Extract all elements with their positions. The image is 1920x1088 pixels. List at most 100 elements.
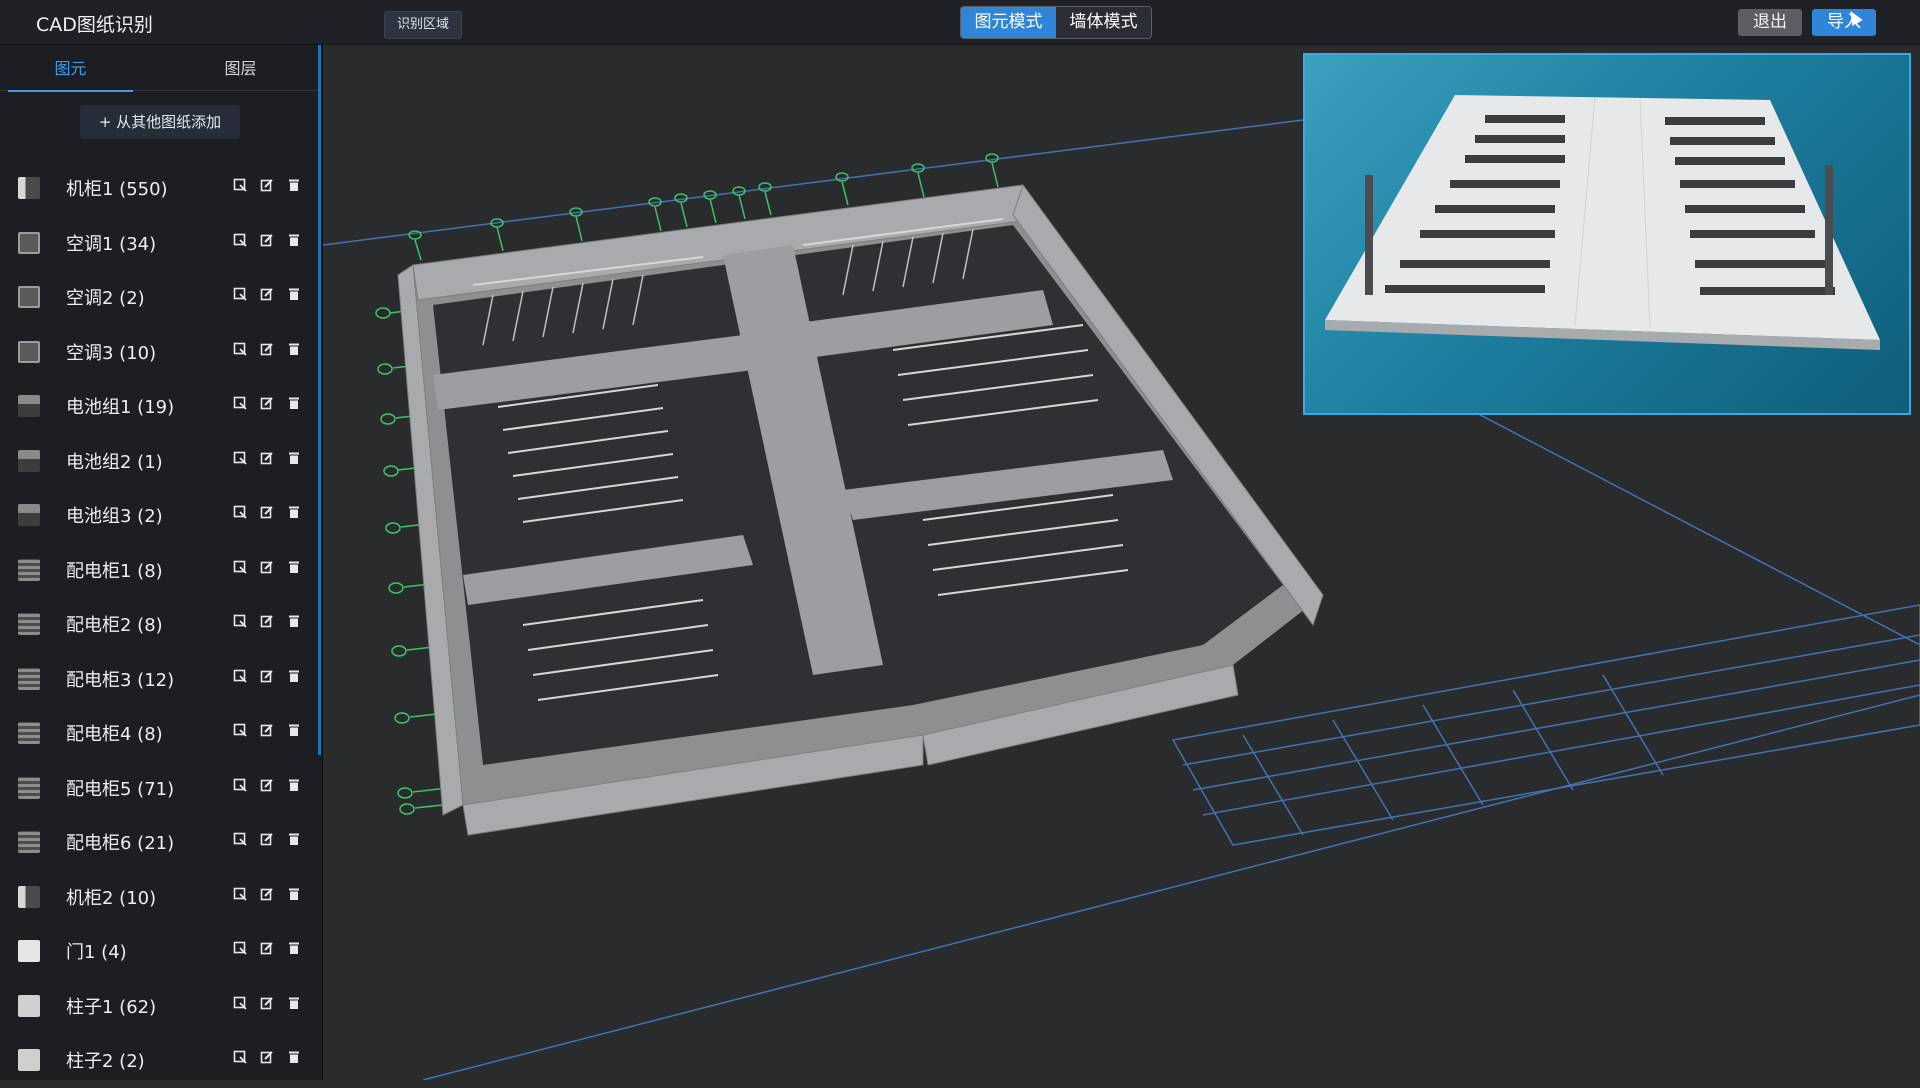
delete-icon[interactable] <box>287 178 301 192</box>
delete-icon[interactable] <box>287 723 301 737</box>
tab-element-mode[interactable]: 图元模式 <box>961 7 1056 38</box>
locate-icon[interactable] <box>233 342 247 356</box>
power-cabinet-icon <box>18 776 40 799</box>
recognize-region-button[interactable]: 识别区域 <box>384 11 463 39</box>
edit-icon[interactable] <box>260 778 274 792</box>
tab-elements[interactable]: 图元 <box>8 45 133 92</box>
delete-icon[interactable] <box>287 342 301 356</box>
list-item[interactable]: 机柜2 (10) <box>0 870 318 925</box>
locate-icon[interactable] <box>233 669 247 683</box>
edit-icon[interactable] <box>260 941 274 955</box>
list-item[interactable]: 配电柜2 (8) <box>0 597 318 652</box>
delete-icon[interactable] <box>287 1050 301 1064</box>
cabinet-icon <box>18 885 40 908</box>
locate-icon[interactable] <box>233 832 247 846</box>
air-conditioner-icon <box>18 286 40 308</box>
list-item[interactable]: 电池组3 (2) <box>0 488 318 543</box>
list-item[interactable]: 机柜1 (550) <box>0 161 318 216</box>
edit-icon[interactable] <box>260 342 274 356</box>
edit-icon[interactable] <box>260 178 274 192</box>
power-cabinet-icon <box>18 831 40 853</box>
locate-icon[interactable] <box>233 778 247 792</box>
locate-icon[interactable] <box>233 287 247 301</box>
list-item-label: 机柜2 (10) <box>66 887 157 909</box>
locate-icon[interactable] <box>233 614 247 628</box>
sidebar-tabs: 图元 图层 <box>0 45 322 92</box>
list-item[interactable]: 空调1 (34) <box>0 216 318 271</box>
edit-icon[interactable] <box>260 1050 274 1064</box>
list-item[interactable]: 配电柜3 (12) <box>0 652 318 707</box>
delete-icon[interactable] <box>287 505 301 519</box>
tab-wall-mode[interactable]: 墙体模式 <box>1056 7 1151 38</box>
list-item-label: 门1 (4) <box>66 942 127 963</box>
list-item-label: 配电柜3 (12) <box>66 669 175 691</box>
locate-icon[interactable] <box>233 505 247 519</box>
list-item[interactable]: 空调2 (2) <box>0 270 318 325</box>
locate-icon[interactable] <box>233 178 247 192</box>
list-item[interactable]: 柱子2 (2) <box>0 1033 318 1088</box>
locate-icon[interactable] <box>233 996 247 1010</box>
list-item[interactable]: 电池组2 (1) <box>0 434 318 489</box>
delete-icon[interactable] <box>287 778 301 792</box>
locate-icon[interactable] <box>233 941 247 955</box>
air-conditioner-icon <box>18 231 40 254</box>
power-cabinet-icon <box>18 613 40 635</box>
edit-icon[interactable] <box>260 560 274 574</box>
edit-icon[interactable] <box>260 451 274 465</box>
edit-icon[interactable] <box>260 996 274 1010</box>
list-item-label: 配电柜6 (21) <box>66 833 175 854</box>
edit-icon[interactable] <box>260 614 274 628</box>
list-item[interactable]: 配电柜6 (21) <box>0 815 318 870</box>
delete-icon[interactable] <box>287 396 301 410</box>
list-item-label: 配电柜2 (8) <box>66 615 163 636</box>
delete-icon[interactable] <box>287 287 301 301</box>
list-item[interactable]: 电池组1 (19) <box>0 379 318 434</box>
list-item[interactable]: 配电柜5 (71) <box>0 761 318 816</box>
locate-icon[interactable] <box>233 887 247 901</box>
list-item[interactable]: 空调3 (10) <box>0 325 318 380</box>
delete-icon[interactable] <box>287 941 301 955</box>
list-item-label: 配电柜1 (8) <box>66 560 163 582</box>
locate-icon[interactable] <box>233 396 247 410</box>
power-cabinet-icon <box>18 722 40 744</box>
list-item[interactable]: 门1 (4) <box>0 924 318 979</box>
import-button[interactable]: 导入 <box>1812 9 1876 36</box>
list-item[interactable]: 柱子1 (62) <box>0 979 318 1034</box>
list-item[interactable]: 配电柜4 (8) <box>0 706 318 761</box>
column-icon <box>18 994 40 1017</box>
exit-button[interactable]: 退出 <box>1738 9 1802 36</box>
locate-icon[interactable] <box>233 1050 247 1064</box>
edit-icon[interactable] <box>260 669 274 683</box>
locate-icon[interactable] <box>233 560 247 574</box>
edit-icon[interactable] <box>260 832 274 846</box>
sidebar-scrollbar[interactable] <box>318 45 321 755</box>
delete-icon[interactable] <box>287 560 301 574</box>
list-item[interactable]: 配电柜1 (8) <box>0 543 318 598</box>
edit-icon[interactable] <box>260 287 274 301</box>
edit-icon[interactable] <box>260 887 274 901</box>
element-list: 机柜1 (550) 空调1 (34) 空调2 (2) 空调3 (10) 电池组1 (19… <box>0 161 318 1088</box>
app-title: CAD图纸识别 <box>36 14 153 36</box>
delete-icon[interactable] <box>287 996 301 1010</box>
delete-icon[interactable] <box>287 669 301 683</box>
delete-icon[interactable] <box>287 887 301 901</box>
locate-icon[interactable] <box>233 723 247 737</box>
battery-icon <box>18 504 40 526</box>
delete-icon[interactable] <box>287 832 301 846</box>
delete-icon[interactable] <box>287 233 301 247</box>
add-from-other-drawing-button[interactable]: + 从其他图纸添加 <box>80 105 240 139</box>
locate-icon[interactable] <box>233 233 247 247</box>
edit-icon[interactable] <box>260 723 274 737</box>
locate-icon[interactable] <box>233 451 247 465</box>
edit-icon[interactable] <box>260 233 274 247</box>
power-cabinet-icon <box>18 558 40 581</box>
list-item-label: 电池组3 (2) <box>66 506 163 527</box>
tab-layers[interactable]: 图层 <box>178 45 303 90</box>
delete-icon[interactable] <box>287 614 301 628</box>
edit-icon[interactable] <box>260 505 274 519</box>
list-item-label: 电池组1 (19) <box>66 397 175 418</box>
3d-preview-window[interactable] <box>1303 53 1911 415</box>
edit-icon[interactable] <box>260 396 274 410</box>
list-item-label: 空调2 (2) <box>66 288 145 309</box>
delete-icon[interactable] <box>287 451 301 465</box>
